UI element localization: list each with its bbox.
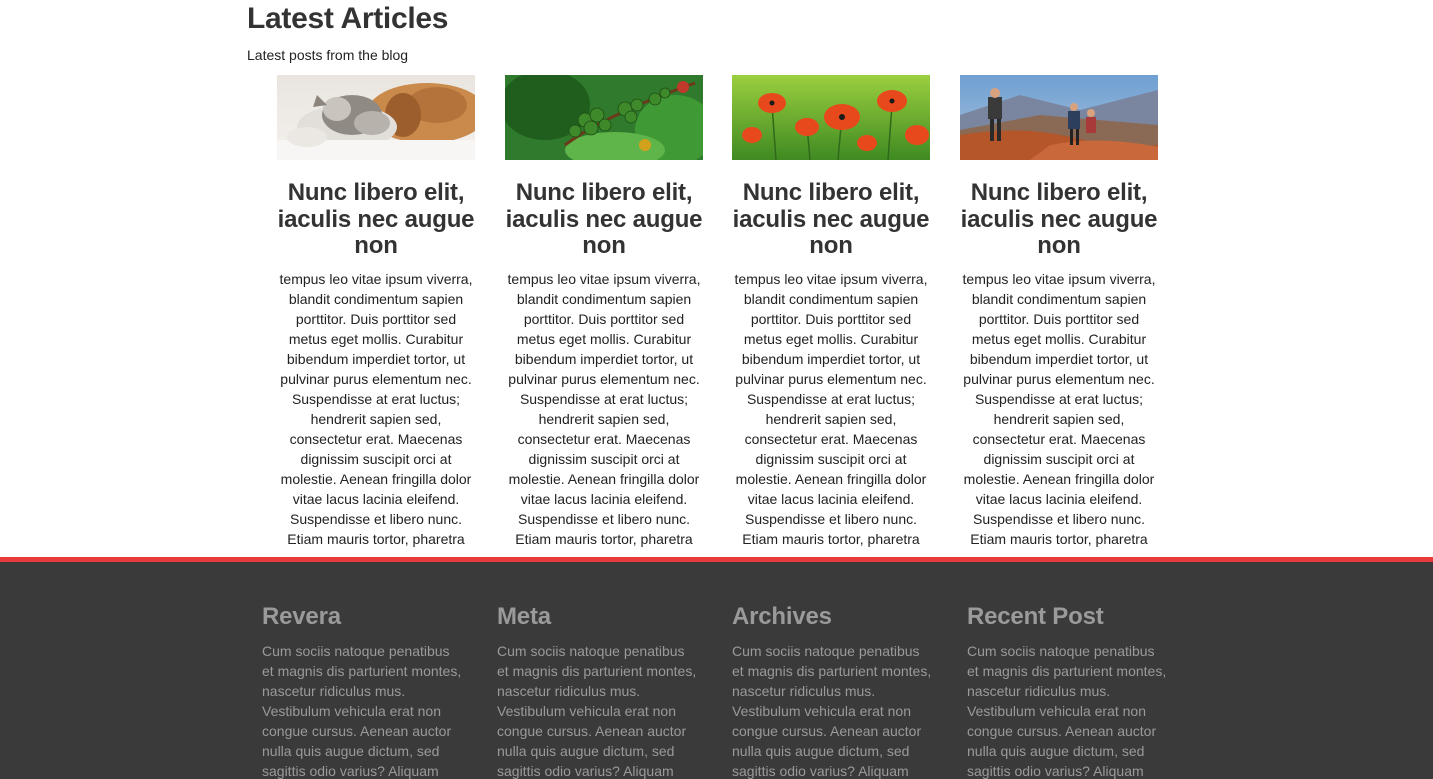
footer-widget-meta: Meta Cum sociis natoque penatibus et mag… [497, 602, 712, 779]
footer-widget-text: Cum sociis natoque penatibus et magnis d… [732, 643, 932, 779]
hikers-photo [960, 75, 1158, 160]
kitten-and-puppy-photo [277, 75, 475, 160]
section-title: Latest Articles [247, 2, 449, 35]
footer-widget-title: Archives [732, 603, 832, 630]
section-subtitle: Latest posts from the blog [247, 47, 409, 63]
footer-widget-revera: Revera Cum sociis natoque penatibus et m… [262, 602, 477, 779]
page: Latest Articles Latest posts from the bl… [0, 0, 1433, 779]
article-excerpt: tempus leo vitae ipsum viverra, blandit … [962, 270, 1156, 547]
article-title[interactable]: Nunc libero elit, iaculis nec augue non [505, 179, 703, 260]
green-berries-photo [505, 75, 703, 160]
article-thumbnail-link[interactable] [505, 75, 703, 160]
article-thumbnail-link[interactable] [277, 75, 475, 160]
footer-widget-text: Cum sociis natoque penatibus et magnis d… [497, 643, 697, 779]
article-card: Nunc libero elit, iaculis nec augue non … [505, 75, 703, 549]
article-title[interactable]: Nunc libero elit, iaculis nec augue non [960, 179, 1158, 260]
site-footer: Revera Cum sociis natoque penatibus et m… [0, 557, 1433, 779]
article-excerpt: tempus leo vitae ipsum viverra, blandit … [279, 270, 473, 547]
article-thumbnail-link[interactable] [960, 75, 1158, 160]
article-card: Nunc libero elit, iaculis nec augue non … [960, 75, 1158, 549]
footer-widget-archives: Archives Cum sociis natoque penatibus et… [732, 602, 947, 779]
footer-widget-text: Cum sociis natoque penatibus et magnis d… [967, 643, 1167, 779]
article-excerpt: tempus leo vitae ipsum viverra, blandit … [734, 270, 928, 547]
article-thumbnail-link[interactable] [732, 75, 930, 160]
footer-widget-text: Cum sociis natoque penatibus et magnis d… [262, 643, 462, 779]
footer-widget-title: Recent Post [967, 603, 1104, 630]
article-card: Nunc libero elit, iaculis nec augue non … [277, 75, 475, 549]
article-excerpt: tempus leo vitae ipsum viverra, blandit … [507, 270, 701, 547]
footer-widget-recent-post: Recent Post Cum sociis natoque penatibus… [967, 602, 1182, 779]
article-title[interactable]: Nunc libero elit, iaculis nec augue non [732, 179, 930, 260]
article-title[interactable]: Nunc libero elit, iaculis nec augue non [277, 179, 475, 260]
red-poppies-photo [732, 75, 930, 160]
article-card: Nunc libero elit, iaculis nec augue non … [732, 75, 930, 549]
footer-widget-title: Revera [262, 603, 341, 630]
footer-widget-title: Meta [497, 603, 551, 630]
